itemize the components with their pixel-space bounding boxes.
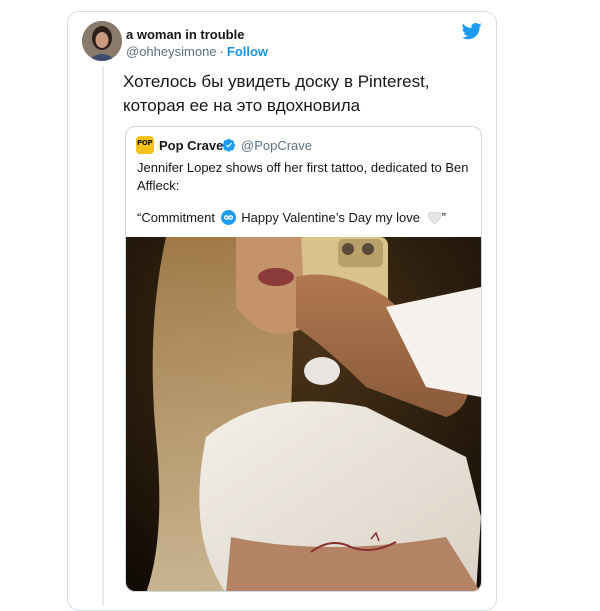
quoted-author-handle[interactable]: @PopCrave xyxy=(241,138,312,153)
quote-before-icon: “Commitment xyxy=(137,210,216,225)
quoted-text-quote: “Commitment Happy Valentine’s Day my lov… xyxy=(137,209,472,227)
quoted-tweet[interactable]: POP Pop Crave @PopCrave Jennifer Lopez s… xyxy=(125,126,482,592)
meta-separator: · xyxy=(219,44,224,59)
twitter-bird-icon[interactable] xyxy=(461,21,483,41)
follow-button[interactable]: Follow xyxy=(227,44,268,59)
white-heart-icon xyxy=(427,211,441,224)
author-handle[interactable]: @ohheysimone xyxy=(126,44,217,59)
quoted-avatar-logo: POP xyxy=(137,139,153,147)
quote-close: ” xyxy=(441,210,446,225)
quote-after-icon: Happy Valentine’s Day my love xyxy=(241,210,420,225)
quoted-text-body: Jennifer Lopez shows off her first tatto… xyxy=(137,160,469,193)
author-name[interactable]: a woman in trouble xyxy=(126,27,244,42)
thread-line xyxy=(102,66,104,606)
tweet-text-line2: которая ее на это вдохновила xyxy=(123,96,361,115)
tweet-text: Хотелось бы увидеть доску в Pinterest, к… xyxy=(123,70,483,118)
quoted-avatar[interactable]: POP xyxy=(136,136,154,154)
tweet-text-line1: Хотелось бы увидеть доску в Pinterest, xyxy=(123,72,430,91)
selfie-photo xyxy=(126,237,481,591)
quoted-author-name[interactable]: Pop Crave xyxy=(159,138,223,153)
verified-badge-icon xyxy=(222,138,236,152)
tweet-photo[interactable] xyxy=(126,237,481,591)
infinity-icon xyxy=(220,210,236,225)
author-meta: @ohheysimone · Follow xyxy=(126,44,268,59)
avatar[interactable] xyxy=(82,21,122,61)
quoted-tweet-text: Jennifer Lopez shows off her first tatto… xyxy=(137,159,472,227)
